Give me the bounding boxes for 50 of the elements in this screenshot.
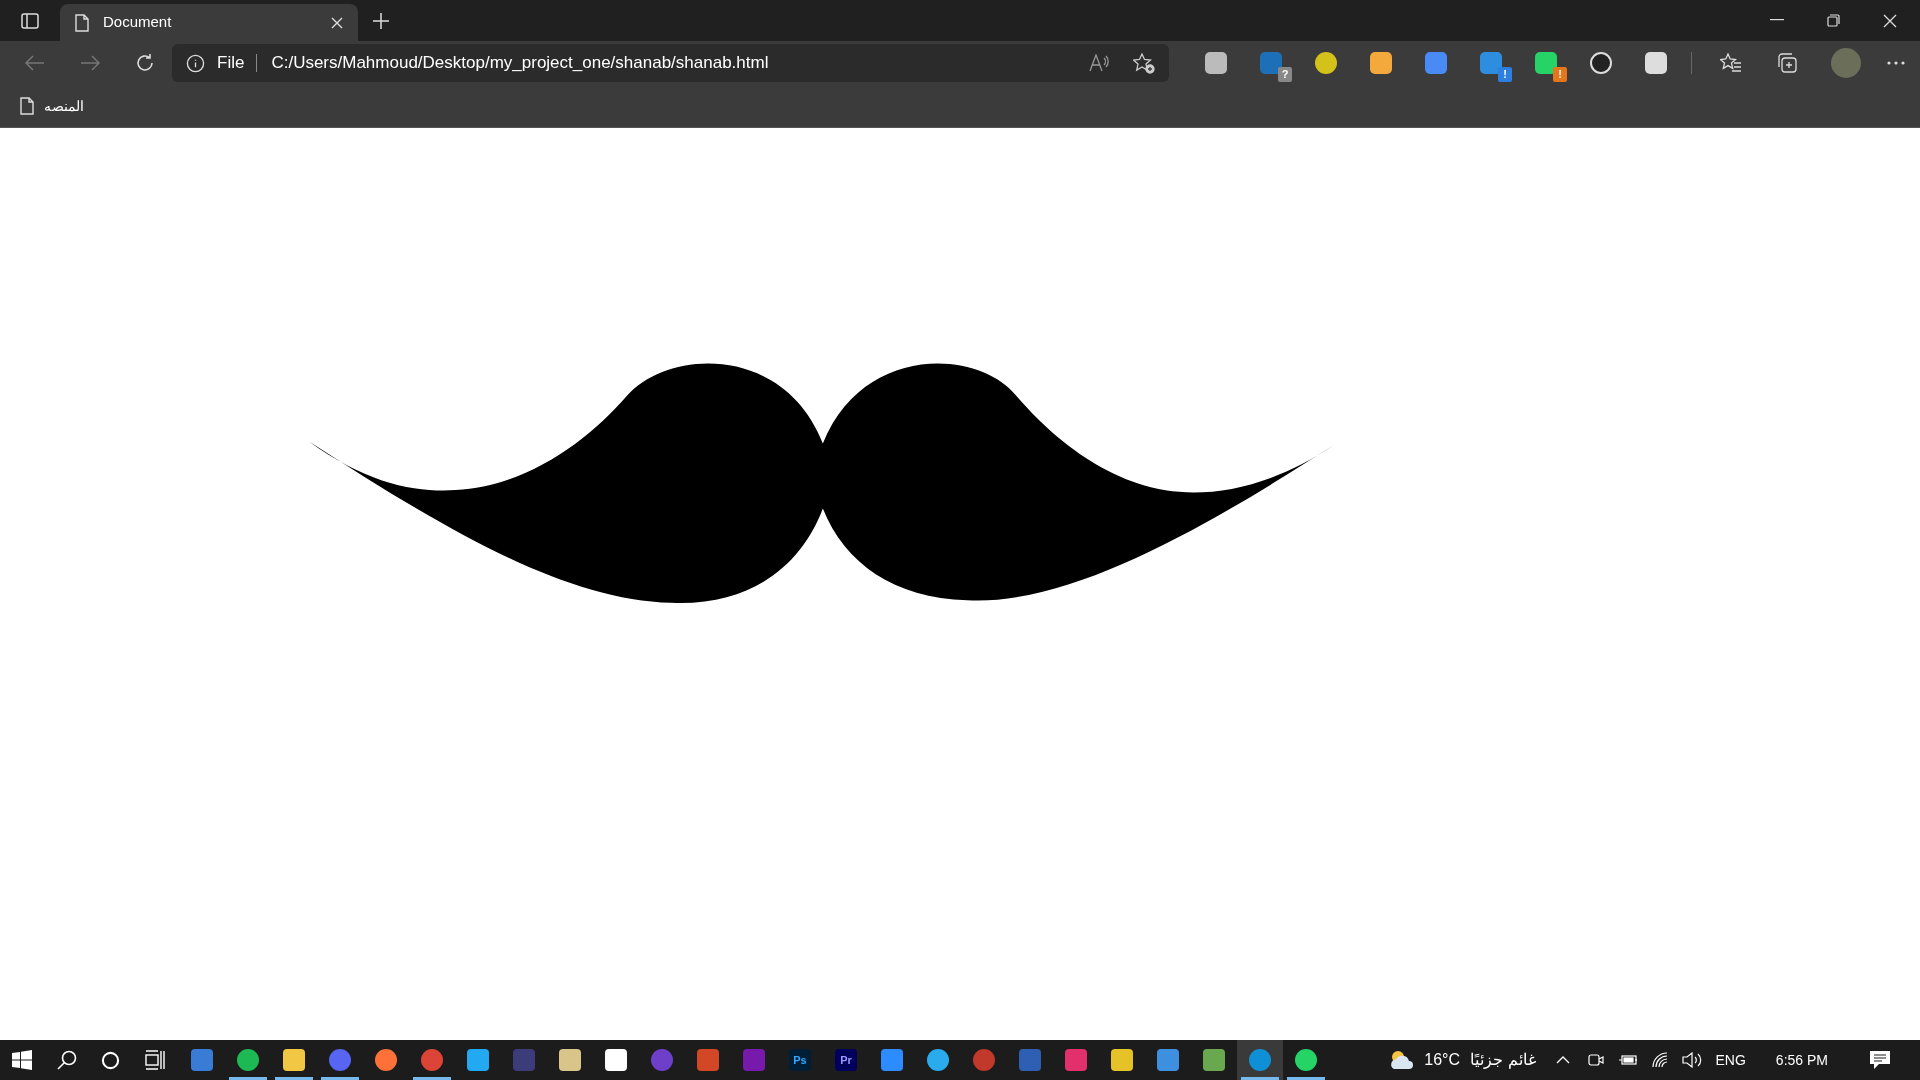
temperature-text[interactable]: 16°C <box>1424 1048 1461 1072</box>
notifications-icon[interactable] <box>1870 1051 1890 1069</box>
bookmark-item[interactable]: المنصه <box>20 95 84 117</box>
reload-icon[interactable] <box>135 53 155 73</box>
task-view-icon[interactable] <box>145 1050 165 1070</box>
info-icon[interactable] <box>186 53 205 73</box>
running-indicator <box>1241 1077 1279 1080</box>
page-icon <box>20 97 34 115</box>
search-icon[interactable] <box>57 1050 77 1070</box>
extension-badge: ! <box>1553 67 1567 82</box>
url-text: C:/Users/Mahmoud/Desktop/my_project_one/shanab/shanab.html <box>271 52 770 75</box>
favorites-icon[interactable] <box>1720 53 1742 73</box>
address-bar[interactable]: File C:/Users/Mahmoud/Desktop/my_project_one/shanab/shanab.html <box>172 44 1169 82</box>
video-editor-app-icon: Pr <box>835 1049 857 1071</box>
cortana-circle-icon[interactable] <box>101 1050 120 1070</box>
windows-start-icon[interactable] <box>12 1050 32 1070</box>
back-arrow-icon[interactable] <box>25 55 45 71</box>
extension-badge: ? <box>1278 67 1292 82</box>
chevron-up-icon[interactable] <box>1555 1056 1570 1064</box>
clock-text[interactable]: 6:56 PM <box>1775 1049 1828 1071</box>
restore-icon[interactable] <box>1827 14 1840 27</box>
more-options-icon[interactable] <box>1887 61 1905 65</box>
language-indicator[interactable]: ENG <box>1715 1049 1746 1071</box>
battery-icon[interactable] <box>1617 1053 1638 1067</box>
running-indicator <box>321 1077 359 1080</box>
close-icon[interactable] <box>331 16 343 29</box>
extension-badge: ! <box>1498 67 1512 82</box>
speaker-icon[interactable] <box>1681 1052 1702 1068</box>
page-icon <box>75 13 89 32</box>
wifi-icon[interactable] <box>1651 1052 1670 1068</box>
add-favorite-icon[interactable] <box>1133 52 1155 74</box>
collections-icon[interactable] <box>1776 52 1798 74</box>
tab-title: Document <box>103 12 173 33</box>
minimize-icon[interactable] <box>1770 19 1784 21</box>
running-indicator <box>275 1077 313 1080</box>
forward-arrow-icon[interactable] <box>80 55 100 71</box>
close-window-icon[interactable] <box>1883 14 1897 28</box>
browser-tab[interactable]: Document <box>60 4 358 41</box>
running-indicator <box>413 1077 451 1080</box>
camera-tray-icon[interactable] <box>1587 1052 1604 1068</box>
read-aloud-icon[interactable] <box>1089 54 1109 72</box>
new-tab-icon[interactable] <box>373 13 389 29</box>
weather-condition-text[interactable]: غائم جزئيًا <box>1470 1048 1536 1072</box>
taskbar-app-button[interactable]: Ps <box>777 1040 823 1080</box>
taskbar-app-button[interactable]: Pr <box>823 1040 869 1080</box>
running-indicator <box>1287 1077 1325 1080</box>
sidebar-toggle-icon[interactable] <box>21 13 39 29</box>
photo-editor-app-icon: Ps <box>789 1049 811 1071</box>
running-indicator <box>229 1077 267 1080</box>
scheme-label: File <box>217 52 245 75</box>
